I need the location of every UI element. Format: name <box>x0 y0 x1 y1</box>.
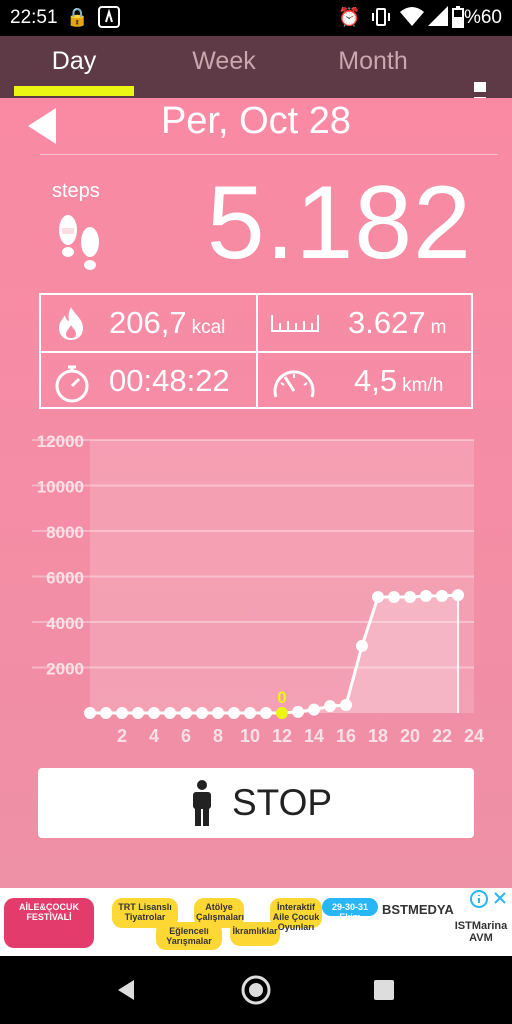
distance-stat: 3.627 m <box>258 295 473 351</box>
cell-signal-icon <box>428 6 448 31</box>
chart-data-point <box>292 705 304 718</box>
chart-ytick-label: 2000 <box>46 660 84 679</box>
chart-ytick-label: 4000 <box>46 614 84 633</box>
steps-label: steps <box>52 180 100 202</box>
chart-xtick-label: 4 <box>149 726 159 746</box>
chart-data-point <box>132 707 144 719</box>
active-tab-indicator <box>14 86 134 96</box>
chart-ytick-label: 10000 <box>37 478 84 497</box>
chart-xtick-label: 16 <box>336 726 356 746</box>
main-content: Per, Oct 28 steps 5.182 206,7 kcal 3.627… <box>0 98 512 888</box>
stopwatch-icon <box>53 363 91 408</box>
stop-button-label: STOP <box>232 782 333 823</box>
chart-xtick-label: 14 <box>304 726 324 746</box>
duration-value: 00:48:22 <box>109 363 230 398</box>
chart-ytick-label: 8000 <box>46 523 84 542</box>
chart-data-point <box>228 707 240 719</box>
date-title: Per, Oct 28 <box>160 100 352 142</box>
speed-value: 4,5 <box>354 363 398 398</box>
step-count: 5.182 <box>206 165 472 281</box>
chart-xtick-label: 22 <box>432 726 452 746</box>
chart-highlight-point <box>276 707 288 719</box>
status-bar: 22:51 🔒 ⏰ %60 <box>0 0 512 36</box>
chart-data-point <box>308 703 320 716</box>
ad-festival-title: AİLE&ÇOCUK FESTİVALİ <box>4 898 94 948</box>
chart-data-point <box>324 700 336 713</box>
calories-unit: kcal <box>191 317 226 338</box>
chart-data-point <box>452 589 464 602</box>
chart-highlight-label: 0 <box>277 688 286 707</box>
chart-data-point <box>116 707 128 719</box>
chart-data-point <box>212 707 224 719</box>
chart-data-point <box>84 707 96 719</box>
chart-data-point <box>260 707 272 719</box>
chart-data-point <box>388 590 400 603</box>
chart-xtick-label: 20 <box>400 726 420 746</box>
ad-close-icon[interactable] <box>492 890 508 911</box>
distance-unit: m <box>430 317 447 338</box>
divider <box>40 154 498 155</box>
app-notification-icon <box>98 6 120 33</box>
person-icon <box>190 780 214 831</box>
system-nav-bar <box>0 956 512 1024</box>
distance-value: 3.627 <box>348 305 426 340</box>
status-time: 22:51 <box>10 7 58 28</box>
calories-value: 206,7 <box>109 305 187 340</box>
chart-data-point <box>180 707 192 719</box>
chart-data-point <box>100 707 112 719</box>
wifi-icon <box>400 6 424 31</box>
steps-chart: 2000 4000 6000 8000 10000 12000 2 4 6 8 10 12 14 16 18… <box>0 428 512 758</box>
battery-percent: %60 <box>463 7 502 28</box>
chart-xtick-label: 10 <box>240 726 260 746</box>
back-icon[interactable] <box>114 978 138 1007</box>
chart-data-point <box>420 589 432 602</box>
tab-month[interactable]: Month <box>310 36 436 98</box>
chart-data-point <box>356 639 368 652</box>
ad-dates: 29-30-31 Ekim <box>322 898 378 922</box>
chart-data-point <box>372 590 384 603</box>
duration-stat: 00:48:22 <box>41 353 256 409</box>
chart-data-point <box>164 707 176 719</box>
chart-ytick-label: 12000 <box>37 432 84 451</box>
chart-data-point <box>196 707 208 719</box>
chart-data-point <box>436 589 448 602</box>
ad-item-games: İnteraktif Aile Çocuk Oyunları <box>270 898 322 932</box>
chart-xtick-label: 24 <box>464 726 484 746</box>
speed-unit: km/h <box>402 375 444 396</box>
home-icon[interactable] <box>240 974 272 1011</box>
date-navigation: Per, Oct 28 <box>0 98 512 156</box>
chart-xtick-label: 18 <box>368 726 388 746</box>
chart-ytick-label: 6000 <box>46 569 84 588</box>
chart-data-point <box>148 707 160 719</box>
recents-icon[interactable] <box>372 978 396 1007</box>
chart-data-point <box>340 699 352 712</box>
speedometer-icon <box>270 363 318 408</box>
steps-chart-svg: 200040006000800010000120002 4 6 8 10 12 14 16 18… <box>32 432 484 746</box>
chart-xtick-label: 8 <box>213 726 223 746</box>
speed-stat: 4,5 km/h <box>258 353 473 409</box>
ad-sponsor: BSTMEDYA <box>382 902 454 917</box>
battery-icon <box>452 6 464 33</box>
tab-week[interactable]: Week <box>164 36 284 98</box>
chart-xtick-label: 2 <box>117 726 127 746</box>
ad-info-icon[interactable] <box>470 890 488 913</box>
stats-grid: 206,7 kcal 3.627 m 00:48:22 4,5 km/h <box>39 293 473 409</box>
ruler-icon <box>270 309 320 338</box>
footprints-icon <box>52 208 108 279</box>
vibrate-icon <box>370 6 392 33</box>
chart-xtick-label: 12 <box>272 726 292 746</box>
fire-icon <box>53 305 89 346</box>
chart-data-point <box>404 590 416 603</box>
calories-stat: 206,7 kcal <box>41 295 256 351</box>
lock-icon: 🔒 <box>66 7 89 27</box>
alarm-icon: ⏰ <box>338 7 361 27</box>
ad-banner[interactable]: AİLE&ÇOCUK FESTİVALİ TRT Lisanslı Tiyatr… <box>0 888 512 956</box>
chart-data-point <box>244 707 256 719</box>
stop-button[interactable]: STOP <box>38 768 474 838</box>
chart-xtick-label: 6 <box>181 726 191 746</box>
ad-mall: ISTMarina AVM <box>454 920 508 944</box>
